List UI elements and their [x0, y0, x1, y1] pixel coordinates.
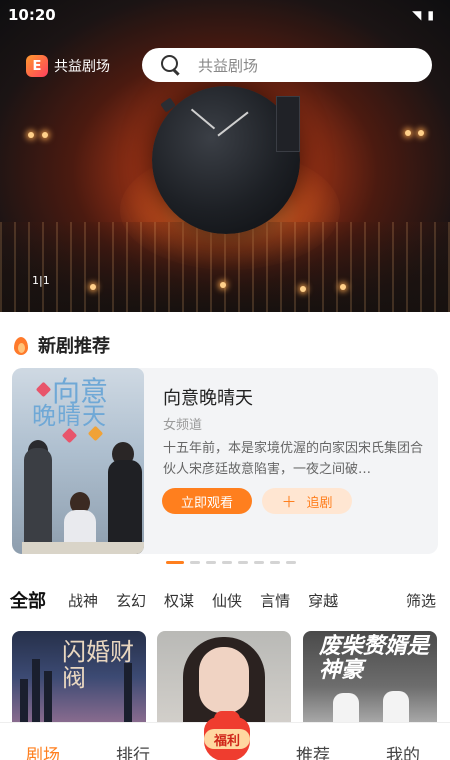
poster-building — [20, 679, 28, 723]
heart-icon — [35, 381, 52, 398]
carousel-dot[interactable] — [190, 561, 200, 564]
drama-thumbnail[interactable]: 废柴赘婿是神豪 — [303, 631, 437, 723]
drama-thumbnail[interactable]: 闪婚财阀 — [12, 631, 146, 723]
status-time: 10:20 — [8, 6, 56, 24]
flame-icon — [12, 334, 30, 356]
category-tab-xianxia[interactable]: 仙侠 — [212, 590, 242, 611]
tab-ranking[interactable]: 排行 — [116, 741, 150, 760]
category-tabs: 全部 战神 玄幻 权谋 仙侠 言情 穿越 筛选 — [10, 588, 440, 612]
carousel-dot[interactable] — [286, 561, 296, 564]
battery-icon: ▮ — [427, 8, 440, 22]
tab-theater[interactable]: 剧场 — [26, 741, 60, 760]
section-title: 新剧推荐 — [38, 336, 110, 357]
search-icon — [160, 54, 182, 76]
banner-light — [90, 284, 96, 290]
banner-page-counter: 1|1 — [32, 274, 50, 287]
banner-light — [42, 132, 48, 138]
poster-figure — [199, 647, 249, 713]
carousel-dot[interactable] — [270, 561, 280, 564]
welfare-label: 福利 — [204, 729, 250, 749]
tab-mine[interactable]: 我的 — [386, 741, 420, 760]
carousel-dots — [166, 561, 302, 564]
brand: E 共益剧场 — [26, 53, 110, 79]
banner-device — [276, 96, 300, 152]
poster-building — [32, 659, 40, 723]
filter-button[interactable]: 筛选 — [406, 590, 436, 611]
thumbnail-title: 废柴赘婿是神豪 — [319, 634, 430, 683]
carousel-dot[interactable] — [254, 561, 264, 564]
app-logo-icon: E — [26, 55, 48, 77]
follow-drama-button[interactable]: ＋ 追剧 — [262, 488, 352, 514]
category-tab-quanmou[interactable]: 权谋 — [164, 590, 194, 611]
follow-label: 追剧 — [306, 495, 333, 511]
category-tab-zhanshen[interactable]: 战神 — [68, 590, 98, 611]
category-tab-xuanhuan[interactable]: 玄幻 — [116, 590, 146, 611]
section-header: 新剧推荐 — [12, 332, 110, 358]
banner-light — [418, 130, 424, 136]
carousel-dot[interactable] — [166, 561, 184, 564]
banner-light — [220, 282, 226, 288]
category-tab-chuanyue[interactable]: 穿越 — [308, 590, 338, 611]
recommend-card[interactable]: 向意 晚晴天 向意晚晴天 女频道 十五年前，本是家境优渥的向家因宋氏集团合伙人宋… — [12, 368, 438, 554]
brand-name: 共益剧场 — [54, 59, 110, 75]
carousel-dot[interactable] — [238, 561, 248, 564]
tab-welfare[interactable]: 福利 — [198, 705, 254, 760]
drama-tag: 女频道 — [163, 418, 203, 433]
category-tab-yanqing[interactable]: 言情 — [260, 590, 290, 611]
drama-description: 十五年前，本是家境优渥的向家因宋氏集团合伙人宋彦廷故意陷害，一夜之间破… — [163, 441, 424, 477]
search-bar[interactable]: 共益剧场 — [142, 48, 432, 82]
poster-figure — [108, 460, 142, 554]
banner-light — [28, 132, 34, 138]
carousel-dot[interactable] — [222, 561, 232, 564]
banner-light — [405, 130, 411, 136]
search-placeholder: 共益剧场 — [198, 56, 259, 75]
poster-figure — [24, 448, 52, 554]
thumbnail-title: 闪婚财阀 — [62, 638, 134, 692]
bottom-tab-bar: 剧场 排行 福利 推荐 我的 — [0, 711, 450, 760]
poster-table — [22, 542, 144, 554]
tab-recommend[interactable]: 推荐 — [296, 741, 330, 760]
hero-banner[interactable] — [0, 0, 450, 312]
poster-building — [44, 671, 52, 723]
status-icons: ◥▮ — [412, 8, 440, 22]
drama-title[interactable]: 向意晚晴天 — [163, 384, 253, 410]
banner-floor — [0, 222, 450, 312]
poster-figure — [383, 691, 409, 723]
plus-icon: ＋ — [281, 492, 297, 511]
wifi-icon: ◥ — [412, 8, 428, 22]
watch-now-button[interactable]: 立即观看 — [162, 488, 252, 514]
banner-light — [340, 284, 346, 290]
drama-poster[interactable]: 向意 晚晴天 — [12, 368, 144, 554]
category-tab-all[interactable]: 全部 — [10, 587, 46, 613]
carousel-dot[interactable] — [206, 561, 216, 564]
banner-light — [300, 286, 306, 292]
poster-figure — [333, 693, 359, 723]
